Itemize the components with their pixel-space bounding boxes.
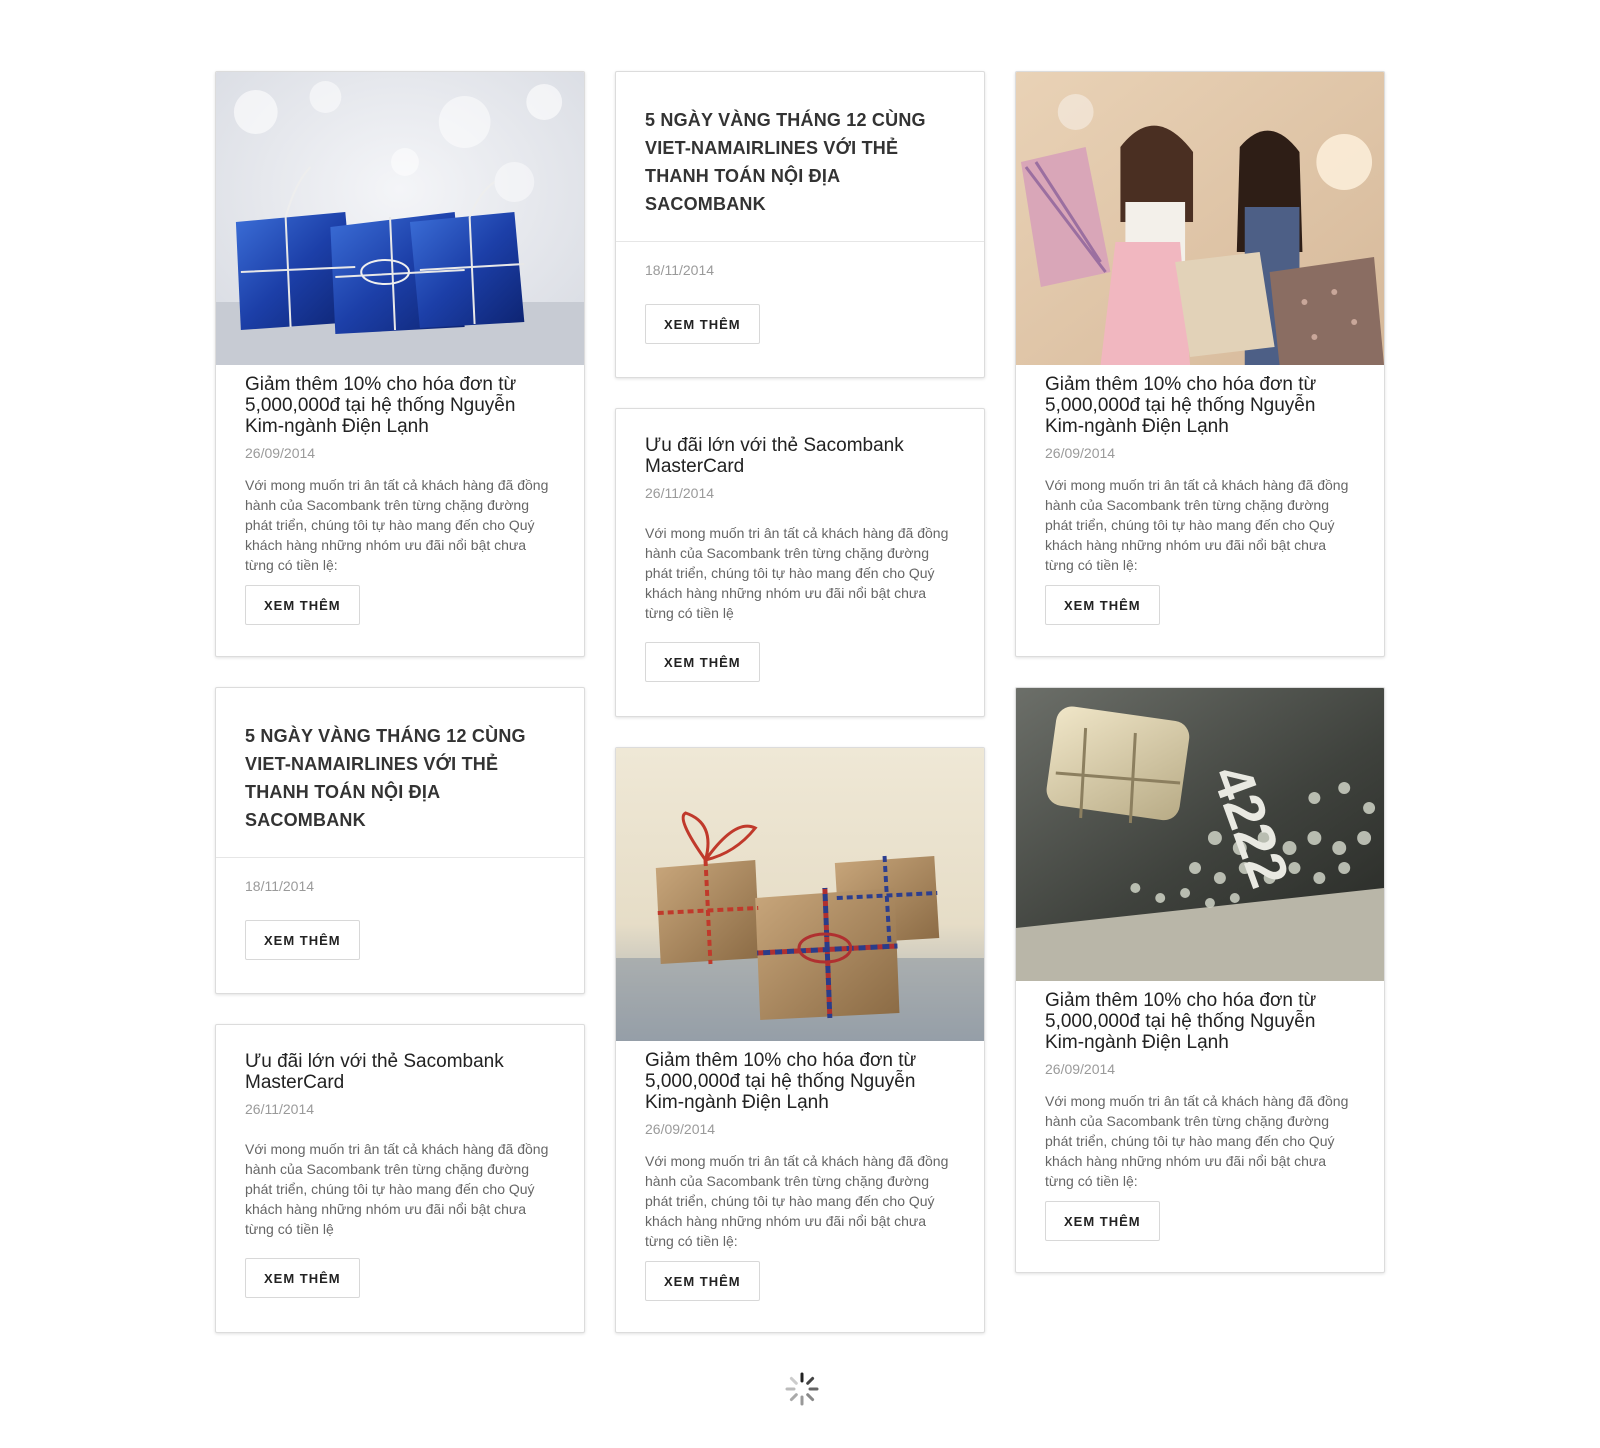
read-more-button[interactable]: XEM THÊM: [645, 642, 760, 682]
promo-card-text: 5 NGÀY VÀNG THÁNG 12 CÙNG VIET-NAMAIRLIN…: [215, 687, 585, 994]
promo-description: Với mong muốn tri ân tất cả khách hàng đ…: [245, 477, 549, 573]
promo-date: 26/09/2014: [1045, 1061, 1116, 1077]
promo-description: Với mong muốn tri ân tất cả khách hàng đ…: [645, 1153, 949, 1249]
promo-date: 18/11/2014: [245, 878, 315, 894]
promo-description: Với mong muốn tri ân tất cả khách hàng đ…: [245, 1141, 549, 1237]
read-more-button[interactable]: XEM THÊM: [1045, 1201, 1160, 1241]
promo-title[interactable]: 5 NGÀY VÀNG THÁNG 12 CÙNG VIET-NAMAIRLIN…: [245, 722, 555, 834]
read-more-button[interactable]: XEM THÊM: [245, 585, 360, 625]
read-more-button[interactable]: XEM THÊM: [245, 1258, 360, 1298]
promo-card: Giảm thêm 10% cho hóa đơn từ 5,000,000đ …: [615, 747, 985, 1333]
promo-date: 26/09/2014: [645, 1121, 716, 1137]
promo-card-text: 5 NGÀY VÀNG THÁNG 12 CÙNG VIET-NAMAIRLIN…: [615, 71, 985, 378]
read-more-button[interactable]: XEM THÊM: [645, 1261, 760, 1301]
promo-date: 26/11/2014: [645, 485, 715, 501]
promo-image-shopping-women[interactable]: [1016, 72, 1384, 365]
promo-title[interactable]: 5 NGÀY VÀNG THÁNG 12 CÙNG VIET-NAMAIRLIN…: [645, 106, 955, 218]
promo-card: Ưu đãi lớn với thẻ Sacombank MasterCard …: [615, 408, 985, 717]
promo-date: 18/11/2014: [645, 262, 715, 278]
promo-title[interactable]: Giảm thêm 10% cho hóa đơn từ 5,000,000đ …: [1045, 374, 1355, 437]
promo-image-kraft-gifts[interactable]: [616, 748, 984, 1041]
read-more-button[interactable]: XEM THÊM: [245, 920, 360, 960]
promo-description: Với mong muốn tri ân tất cả khách hàng đ…: [1045, 1093, 1349, 1189]
promo-date: 26/11/2014: [245, 1101, 315, 1117]
promo-title[interactable]: Giảm thêm 10% cho hóa đơn từ 5,000,000đ …: [245, 374, 555, 437]
promo-description: Với mong muốn tri ân tất cả khách hàng đ…: [1045, 477, 1349, 573]
promo-image-blue-gifts[interactable]: [216, 72, 584, 365]
loading-spinner-icon: [784, 1371, 820, 1407]
promo-description: Với mong muốn tri ân tất cả khách hàng đ…: [645, 525, 949, 621]
read-more-button[interactable]: XEM THÊM: [1045, 585, 1160, 625]
promo-image-credit-card[interactable]: 4222: [1016, 688, 1384, 981]
promo-date: 26/09/2014: [1045, 445, 1116, 461]
promo-card: Giảm thêm 10% cho hóa đơn từ 5,000,000đ …: [215, 71, 585, 657]
promo-card: 4222 Giảm thêm 10% cho hóa đơn từ 5,000,…: [1015, 687, 1385, 1273]
promo-date: 26/09/2014: [245, 445, 316, 461]
read-more-button[interactable]: XEM THÊM: [645, 304, 760, 344]
promo-title[interactable]: Ưu đãi lớn với thẻ Sacombank MasterCard: [245, 1051, 555, 1093]
promo-title[interactable]: Giảm thêm 10% cho hóa đơn từ 5,000,000đ …: [645, 1050, 955, 1113]
promo-card: Giảm thêm 10% cho hóa đơn từ 5,000,000đ …: [1015, 71, 1385, 657]
promo-title[interactable]: Giảm thêm 10% cho hóa đơn từ 5,000,000đ …: [1045, 990, 1355, 1053]
promo-card: Ưu đãi lớn với thẻ Sacombank MasterCard …: [215, 1024, 585, 1333]
promo-title[interactable]: Ưu đãi lớn với thẻ Sacombank MasterCard: [645, 435, 955, 477]
